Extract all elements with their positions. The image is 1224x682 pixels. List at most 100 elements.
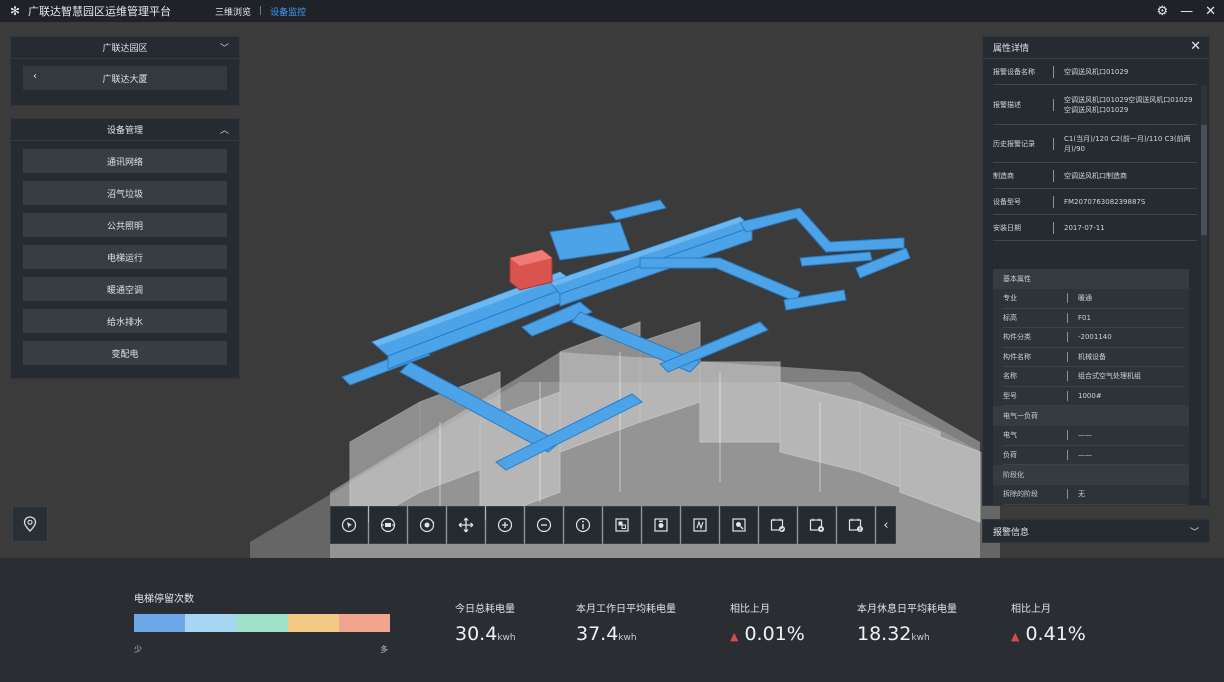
legend-color-bar [134,614,391,632]
zoom-out-button[interactable] [525,506,563,544]
schedule-alert-button[interactable] [837,506,875,544]
section-header[interactable]: 阶段化 [993,465,1189,485]
chevron-down-icon[interactable]: ﹀ [220,41,229,54]
stat-value: 18.32kwh [857,623,957,645]
menu-item-elevator[interactable]: 电梯运行 [23,245,227,269]
menu-item-power[interactable]: 变配电 [23,341,227,365]
property-key: 报警设备名称 [993,67,1035,76]
chevron-down-icon[interactable]: ﹀ [1190,525,1199,538]
property-key: 电气 [1003,431,1017,440]
zoom-window-button[interactable] [720,506,758,544]
property-key: 制造商 [993,171,1014,180]
zoom-out-icon [536,517,552,533]
zoom-window-icon [732,518,746,532]
trend-up-icon: ▲ [1011,630,1020,643]
legend-swatch [287,614,339,632]
property-key: 安装日期 [993,223,1021,232]
device-mgmt-panel: 设备管理 ︿ 通讯网络 沼气垃圾 公共照明 电梯运行 暖通空调 给水排水 变配电 [10,118,240,379]
alarm-info-header[interactable]: 报警信息 ﹀ [982,519,1210,543]
divider [1067,371,1068,382]
orbit-tool-button[interactable] [408,506,446,544]
stat-holiday-avg: 本月休息日平均耗电量 18.32kwh [857,600,957,645]
property-row: 名称 组合式空气处理机组 [1003,367,1185,387]
stat-unit: kwh [911,633,930,643]
legend-max-label: 多 [380,645,388,654]
legend-swatch [338,614,391,632]
property-row: 电气 —— [1003,426,1185,446]
property-value: —— [1078,450,1092,459]
app-logo-icon: ✻ [9,4,21,18]
close-window-icon[interactable]: ✕ [1205,4,1216,19]
schedule-settings-button[interactable] [798,506,836,544]
nav-3d-browse[interactable]: 三维浏览 [215,5,251,18]
menu-item-biogas[interactable]: 沼气垃圾 [23,181,227,205]
property-value: F01 [1078,313,1091,322]
chevron-left-icon[interactable]: ‹ [33,71,37,82]
divider [1053,65,1054,78]
property-key: 拆除的阶段 [1003,490,1038,499]
menu-item-lighting[interactable]: 公共照明 [23,213,227,237]
divider [1053,137,1054,150]
schedule-settings-icon [809,518,824,532]
stat-holiday-compare: 相比上月 ▲ 0.41% [1011,600,1086,645]
3d-viewport[interactable]: 广联达园区 ﹀ ‹ 广联达大厦 设备管理 ︿ 通讯网络 沼气垃圾 公共照明 电梯… [0,22,1224,558]
property-row: 型号 1000# [1003,387,1185,406]
select-tool-button[interactable] [330,506,368,544]
info-button[interactable] [564,506,602,544]
location-pin-icon [23,516,37,532]
stat-number: 30.4 [455,623,498,645]
minimize-icon[interactable]: — [1180,4,1193,19]
measure-button[interactable] [681,506,719,544]
info-icon [575,517,591,533]
schedule-alert-icon [848,518,863,532]
stat-value: ▲ 0.41% [1011,623,1086,645]
scrollbar-thumb[interactable] [1201,125,1207,235]
app-title: 广联达智慧园区运维管理平台 [28,5,171,18]
section-box-button[interactable] [603,506,641,544]
scrollbar[interactable] [1201,85,1207,499]
basic-properties: 基本属性 专业 暖通 标高 F01 构件分类 -2001140 构件名称 机械设备 名称… [993,269,1189,505]
toolbar-collapse-button[interactable]: ‹ [876,506,896,544]
stat-unit: kwh [497,633,516,643]
pan-tool-button[interactable] [447,506,485,544]
property-value: —— [1078,431,1092,440]
menu-item-hvac[interactable]: 暖通空调 [23,277,227,301]
rotate-tool-button[interactable] [369,506,407,544]
divider [1067,351,1068,362]
legend-title: 电梯停留次数 [134,594,194,605]
menu-item-network[interactable]: 通讯网络 [23,149,227,173]
stat-label: 相比上月 [730,604,770,615]
park-panel-header[interactable]: 广联达园区 ﹀ [11,37,239,59]
chevron-up-icon[interactable]: ︿ [220,123,229,136]
property-row: 设备型号 FM207076308239887S [993,189,1197,215]
property-value: -2001140 [1078,333,1112,342]
zoom-in-icon [497,517,513,533]
nav-device-monitor[interactable]: 设备监控 [270,5,306,18]
zoom-in-button[interactable] [486,506,524,544]
schedule-check-button[interactable] [759,506,797,544]
divider [1067,449,1068,460]
property-row: 制造商 空调送风机口制造商 [993,163,1197,189]
section-header[interactable]: 基本属性 [993,269,1189,289]
legend-swatch [134,614,186,632]
divider [1067,390,1068,401]
property-value: 空调送风机口01029空调送风机口01029空调送风机口01029 [1064,95,1193,114]
location-button[interactable] [12,506,48,542]
settings-gear-icon[interactable]: ⚙ [1156,4,1168,19]
property-key: 构件分类 [1003,333,1031,342]
device-mgmt-header[interactable]: 设备管理 ︿ [11,119,239,141]
property-value: FM207076308239887S [1064,197,1146,206]
property-key: 型号 [1003,391,1017,400]
menu-item-water[interactable]: 给水排水 [23,309,227,333]
park-panel: 广联达园区 ﹀ ‹ 广联达大厦 [10,36,240,106]
screenshot-button[interactable] [642,506,680,544]
stat-workday-compare: 相比上月 ▲ 0.01% [730,600,805,645]
building-selector[interactable]: ‹ 广联达大厦 [23,66,227,90]
section-header[interactable]: 电气一负荷 [993,406,1189,426]
property-key: 专业 [1003,294,1017,303]
close-icon[interactable]: ✕ [1190,39,1201,54]
property-row: 报警设备名称 空调送风机口01029 [993,59,1197,85]
legend-swatch [185,614,237,632]
legend-min-label: 少 [134,645,142,654]
property-value: 无 [1078,490,1085,499]
